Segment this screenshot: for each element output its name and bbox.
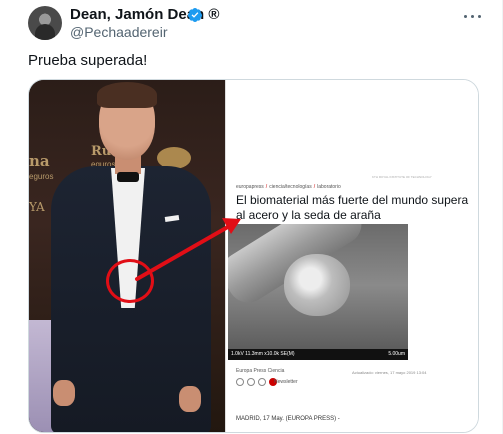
- photo-man-in-tuxedo: na eguros YA Ru eguros: [29, 80, 225, 432]
- bow-tie: [117, 172, 139, 182]
- backdrop-logo-subtext: eguros: [29, 172, 54, 181]
- dot: [477, 14, 481, 18]
- tweet-text: Prueba superada!: [28, 52, 148, 69]
- tweet-media[interactable]: na eguros YA Ru eguros KTH ROYAL INSTITU…: [28, 79, 479, 433]
- newsletter-label: Newsletter: [274, 379, 298, 385]
- breadcrumb-separator: /: [313, 184, 316, 190]
- breadcrumb-item: europapress: [236, 184, 264, 190]
- share-icons: [236, 378, 277, 386]
- tweet: Dean, Jamón Dean ® @Pechaadereir Prueba …: [0, 0, 503, 434]
- dot: [463, 14, 467, 18]
- hand: [53, 380, 75, 406]
- article-screenshot: KTH ROYAL INSTITUTE OF TECHNOLOGY europa…: [225, 80, 478, 432]
- dot: [470, 14, 474, 18]
- facebook-icon: [236, 378, 244, 386]
- backdrop-logo-text: YA: [29, 200, 45, 214]
- sem-microscope-image: 1.0kV 11.3mm x10.0k SE(M) 5.00um: [228, 224, 408, 360]
- article-headline: El biomaterial más fuerte del mundo supe…: [236, 193, 469, 222]
- avatar[interactable]: [28, 6, 62, 40]
- breadcrumb-item: ciencia/tecnologías: [269, 184, 312, 190]
- sem-info-bar: 1.0kV 11.3mm x10.0k SE(M): [228, 349, 408, 360]
- whatsapp-icon: [258, 378, 266, 386]
- hair: [97, 82, 157, 108]
- article-author: Europa Press Ciencia: [236, 368, 285, 374]
- backdrop-logo-text: na: [29, 152, 50, 170]
- more-options-icon[interactable]: [460, 8, 484, 24]
- photo-credit: KTH ROYAL INSTITUTE OF TECHNOLOGY: [372, 175, 432, 179]
- red-circle-annotation: [106, 259, 154, 303]
- hand: [179, 386, 201, 412]
- twitter-icon: [247, 378, 255, 386]
- verified-badge-icon: [187, 8, 202, 22]
- article-breadcrumb: europapress / ciencia/tecnologías / laborato…: [236, 184, 341, 190]
- fiber-tip: [284, 254, 350, 316]
- article-updated-date: Actualizado: viernes, 17 mayo 2019 13:04: [352, 370, 427, 375]
- sem-scale-label: 5.00um: [388, 351, 405, 357]
- author-handle[interactable]: @Pechaadereir: [70, 24, 168, 40]
- article-dateline: MADRID, 17 May. (EUROPA PRESS) -: [236, 416, 340, 422]
- breadcrumb-item: laboratorio: [317, 184, 341, 190]
- breadcrumb-separator: /: [265, 184, 268, 190]
